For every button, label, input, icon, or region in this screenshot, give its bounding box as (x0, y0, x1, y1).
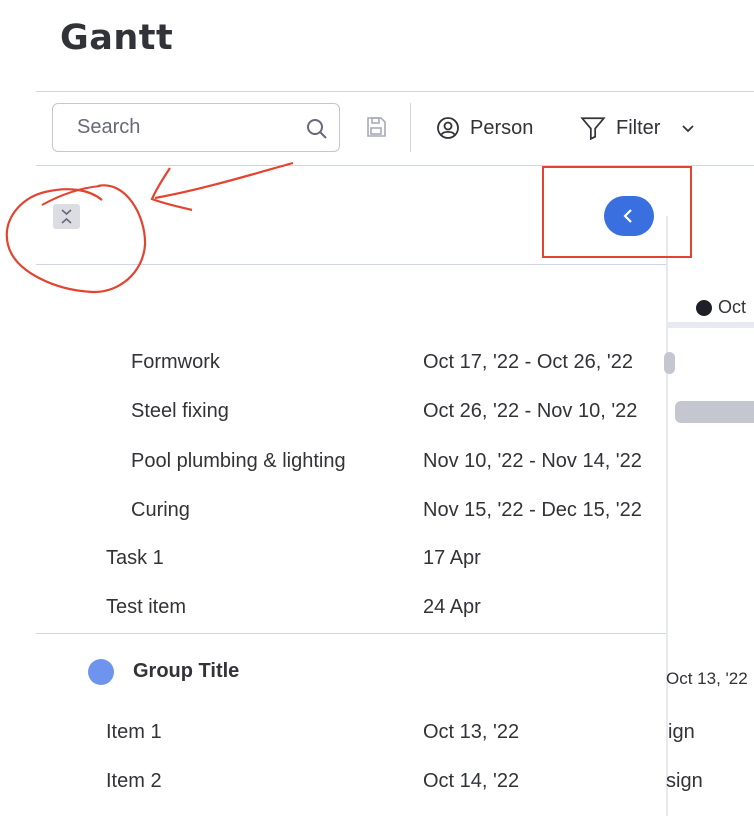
collapse-icon (61, 209, 72, 224)
task-name[interactable]: Test item (106, 596, 186, 619)
table-header-divider (36, 264, 666, 265)
person-filter-button[interactable]: Person (436, 114, 533, 142)
timeline-item-label: sign (666, 770, 703, 792)
group-color-indicator[interactable] (88, 659, 114, 685)
group-title[interactable]: Group Title (133, 660, 239, 683)
collapse-all-button[interactable] (53, 204, 80, 229)
task-name[interactable]: Curing (131, 499, 190, 522)
timeline-group-date: Oct 13, '22 (666, 669, 748, 688)
search-icon[interactable] (305, 117, 329, 141)
toolbar-separator (410, 103, 411, 152)
header-divider (36, 91, 754, 92)
timeline-scrollbar[interactable] (668, 322, 754, 328)
filter-button[interactable]: Filter (580, 114, 696, 142)
task-date: Nov 15, '22 - Dec 15, '22 (423, 499, 642, 521)
task-name[interactable]: Formwork (131, 351, 220, 374)
item-date: Oct 13, '22 (423, 721, 520, 743)
person-label: Person (470, 116, 534, 139)
person-icon (437, 117, 459, 139)
save-view-icon[interactable] (364, 115, 388, 139)
page-title: Gantt (60, 18, 174, 58)
gantt-bar-steel-fixing[interactable] (675, 401, 754, 423)
timeline-item-label: ign (668, 721, 695, 743)
task-date: Nov 10, '22 - Nov 14, '22 (423, 450, 642, 472)
task-date: Oct 17, '22 - Oct 26, '22 (423, 351, 633, 373)
item-name[interactable]: Item 1 (106, 721, 162, 744)
task-name[interactable]: Task 1 (106, 547, 164, 570)
task-date: 17 Apr (423, 547, 481, 569)
task-name[interactable]: Steel fixing (131, 400, 229, 423)
task-name[interactable]: Pool plumbing & lighting (131, 450, 346, 473)
group-divider (36, 633, 666, 634)
task-date: Oct 26, '22 - Nov 10, '22 (423, 400, 638, 422)
gantt-page: Gantt Person Filter Oct (0, 0, 754, 816)
search-input[interactable] (77, 114, 297, 140)
gantt-bar-formwork[interactable] (664, 352, 675, 374)
filter-icon (580, 117, 606, 141)
item-name[interactable]: Item 2 (106, 770, 162, 793)
filter-label: Filter (616, 116, 661, 139)
today-marker (696, 300, 712, 316)
search-box[interactable] (52, 103, 340, 152)
timeline-month-label: Oct (718, 297, 747, 317)
item-date: Oct 14, '22 (423, 770, 520, 792)
annotation-box (542, 166, 692, 258)
chevron-down-icon[interactable] (680, 120, 696, 136)
task-date: 24 Apr (423, 596, 481, 618)
